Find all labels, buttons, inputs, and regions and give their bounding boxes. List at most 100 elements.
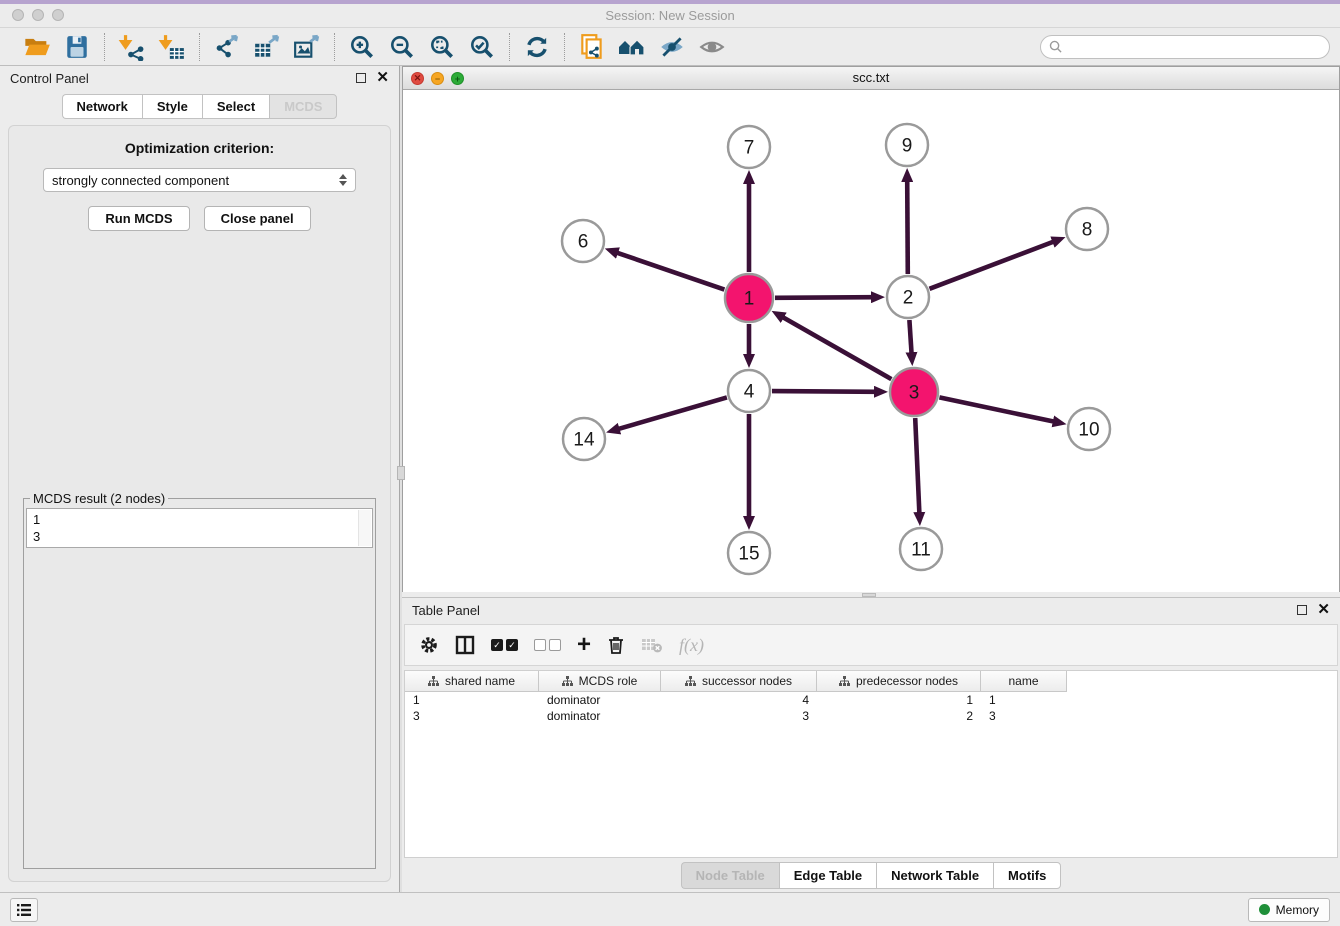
table-cell[interactable]: 3 <box>661 708 817 724</box>
task-history-button[interactable] <box>10 898 38 922</box>
search-box[interactable] <box>1040 35 1330 59</box>
tab-node-table[interactable]: Node Table <box>681 862 779 889</box>
graph-node-11[interactable]: 11 <box>900 528 942 570</box>
network-graph[interactable]: 7 9 6 8 1 2 4 3 14 10 15 11 <box>403 90 1339 592</box>
graph-node-14[interactable]: 14 <box>563 418 605 460</box>
table-cell[interactable]: 1 <box>405 692 539 708</box>
network-maximize-icon[interactable]: + <box>451 72 464 85</box>
close-panel-button[interactable]: Close panel <box>204 206 311 231</box>
float-panel-icon[interactable] <box>356 73 366 83</box>
network-close-icon[interactable]: ✕ <box>411 72 424 85</box>
table-cell[interactable]: 1 <box>981 692 1067 708</box>
import-network-button[interactable] <box>115 32 149 62</box>
panel-splitter-horizontal[interactable] <box>402 592 1340 597</box>
mcds-result-box[interactable]: 1 3 <box>26 508 373 548</box>
column-type-icon <box>839 676 850 687</box>
export-image-button[interactable] <box>290 32 324 62</box>
tab-network[interactable]: Network <box>62 94 142 119</box>
save-session-button[interactable] <box>60 32 94 62</box>
maximize-window-icon[interactable] <box>52 9 64 21</box>
graph-node-7[interactable]: 7 <box>728 126 770 168</box>
graph-edge-4-14[interactable] <box>618 397 727 429</box>
table-cell[interactable]: 2 <box>817 708 981 724</box>
column-header-predecessor-nodes[interactable]: predecessor nodes <box>817 671 981 692</box>
column-header-shared-name[interactable]: shared name <box>405 671 539 692</box>
table-cell[interactable]: dominator <box>539 692 661 708</box>
zoom-fit-button[interactable] <box>425 32 459 62</box>
graph-edge-2-3[interactable] <box>909 320 911 354</box>
optimization-criterion-select[interactable]: strongly connected component <box>43 168 356 192</box>
search-input[interactable] <box>1067 40 1321 54</box>
minimize-window-icon[interactable] <box>32 9 44 21</box>
table-cell[interactable]: dominator <box>539 708 661 724</box>
panel-splitter-vertical[interactable] <box>399 66 402 892</box>
column-browser-button[interactable] <box>455 635 475 655</box>
graph-node-9[interactable]: 9 <box>886 124 928 166</box>
close-panel-icon[interactable]: ✕ <box>1317 605 1330 615</box>
select-all-columns-button[interactable]: ✓✓ <box>491 639 518 651</box>
graph-edge-2-8[interactable] <box>930 241 1055 288</box>
memory-button[interactable]: Memory <box>1248 898 1330 922</box>
graph-node-1[interactable]: 1 <box>725 274 773 322</box>
export-network-button[interactable] <box>210 32 244 62</box>
column-type-icon <box>562 676 573 687</box>
tab-select[interactable]: Select <box>202 94 269 119</box>
control-panel-title: Control Panel <box>10 71 356 86</box>
zoom-out-button[interactable] <box>385 32 419 62</box>
column-header-mcds-role[interactable]: MCDS role <box>539 671 661 692</box>
graph-node-2[interactable]: 2 <box>887 276 929 318</box>
column-header-successor-nodes[interactable]: successor nodes <box>661 671 817 692</box>
tab-style[interactable]: Style <box>142 94 202 119</box>
tab-network-table[interactable]: Network Table <box>876 862 993 889</box>
table-row[interactable]: 1dominator411 <box>405 692 1337 708</box>
column-header-name[interactable]: name <box>981 671 1067 692</box>
graph-edge-1-6[interactable] <box>616 252 724 289</box>
result-scrollbar[interactable] <box>358 510 371 546</box>
optimization-criterion-label: Optimization criterion: <box>21 140 378 156</box>
network-canvas[interactable]: 7 9 6 8 1 2 4 3 14 10 15 11 <box>403 90 1339 597</box>
tab-edge-table[interactable]: Edge Table <box>779 862 876 889</box>
table-cell[interactable]: 1 <box>817 692 981 708</box>
column-settings-button[interactable] <box>419 635 439 655</box>
graph-edge-3-11[interactable] <box>915 418 919 514</box>
graph-node-8[interactable]: 8 <box>1066 208 1108 250</box>
graph-edge-4-3[interactable] <box>772 391 876 392</box>
splitter-grip[interactable] <box>862 593 876 597</box>
apply-layout-button[interactable] <box>520 32 554 62</box>
graph-node-4[interactable]: 4 <box>728 370 770 412</box>
import-table-button[interactable] <box>155 32 189 62</box>
open-file-button[interactable] <box>20 32 54 62</box>
table-cell[interactable]: 3 <box>981 708 1067 724</box>
graph-edge-3-1[interactable] <box>782 317 891 379</box>
graph-node-15[interactable]: 15 <box>728 532 770 574</box>
tab-motifs[interactable]: Motifs <box>993 862 1061 889</box>
splitter-grip[interactable] <box>397 466 405 480</box>
show-all-button[interactable] <box>695 32 729 62</box>
delete-table-button[interactable] <box>641 636 663 654</box>
first-neighbors-button[interactable] <box>615 32 649 62</box>
zoom-selected-button[interactable] <box>465 32 499 62</box>
add-column-button[interactable]: + <box>577 635 591 655</box>
table-cell[interactable]: 4 <box>661 692 817 708</box>
run-mcds-button[interactable]: Run MCDS <box>88 206 189 231</box>
network-minimize-icon[interactable]: − <box>431 72 444 85</box>
close-window-icon[interactable] <box>12 9 24 21</box>
graph-node-3[interactable]: 3 <box>890 368 938 416</box>
graph-edge-2-9[interactable] <box>907 180 908 274</box>
function-builder-button[interactable]: f(x) <box>679 635 704 656</box>
graph-node-6[interactable]: 6 <box>562 220 604 262</box>
graph-edge-3-10[interactable] <box>939 397 1054 421</box>
export-table-button[interactable] <box>250 32 284 62</box>
close-panel-icon[interactable]: ✕ <box>376 73 389 83</box>
hide-selected-button[interactable] <box>655 32 689 62</box>
table-row[interactable]: 3dominator323 <box>405 708 1337 724</box>
graph-edge-1-2[interactable] <box>775 297 873 298</box>
delete-column-button[interactable] <box>607 635 625 655</box>
tab-mcds[interactable]: MCDS <box>269 94 337 119</box>
new-network-from-selection-button[interactable] <box>575 32 609 62</box>
float-panel-icon[interactable] <box>1297 605 1307 615</box>
deselect-all-columns-button[interactable] <box>534 639 561 651</box>
table-cell[interactable]: 3 <box>405 708 539 724</box>
graph-node-10[interactable]: 10 <box>1068 408 1110 450</box>
zoom-in-button[interactable] <box>345 32 379 62</box>
